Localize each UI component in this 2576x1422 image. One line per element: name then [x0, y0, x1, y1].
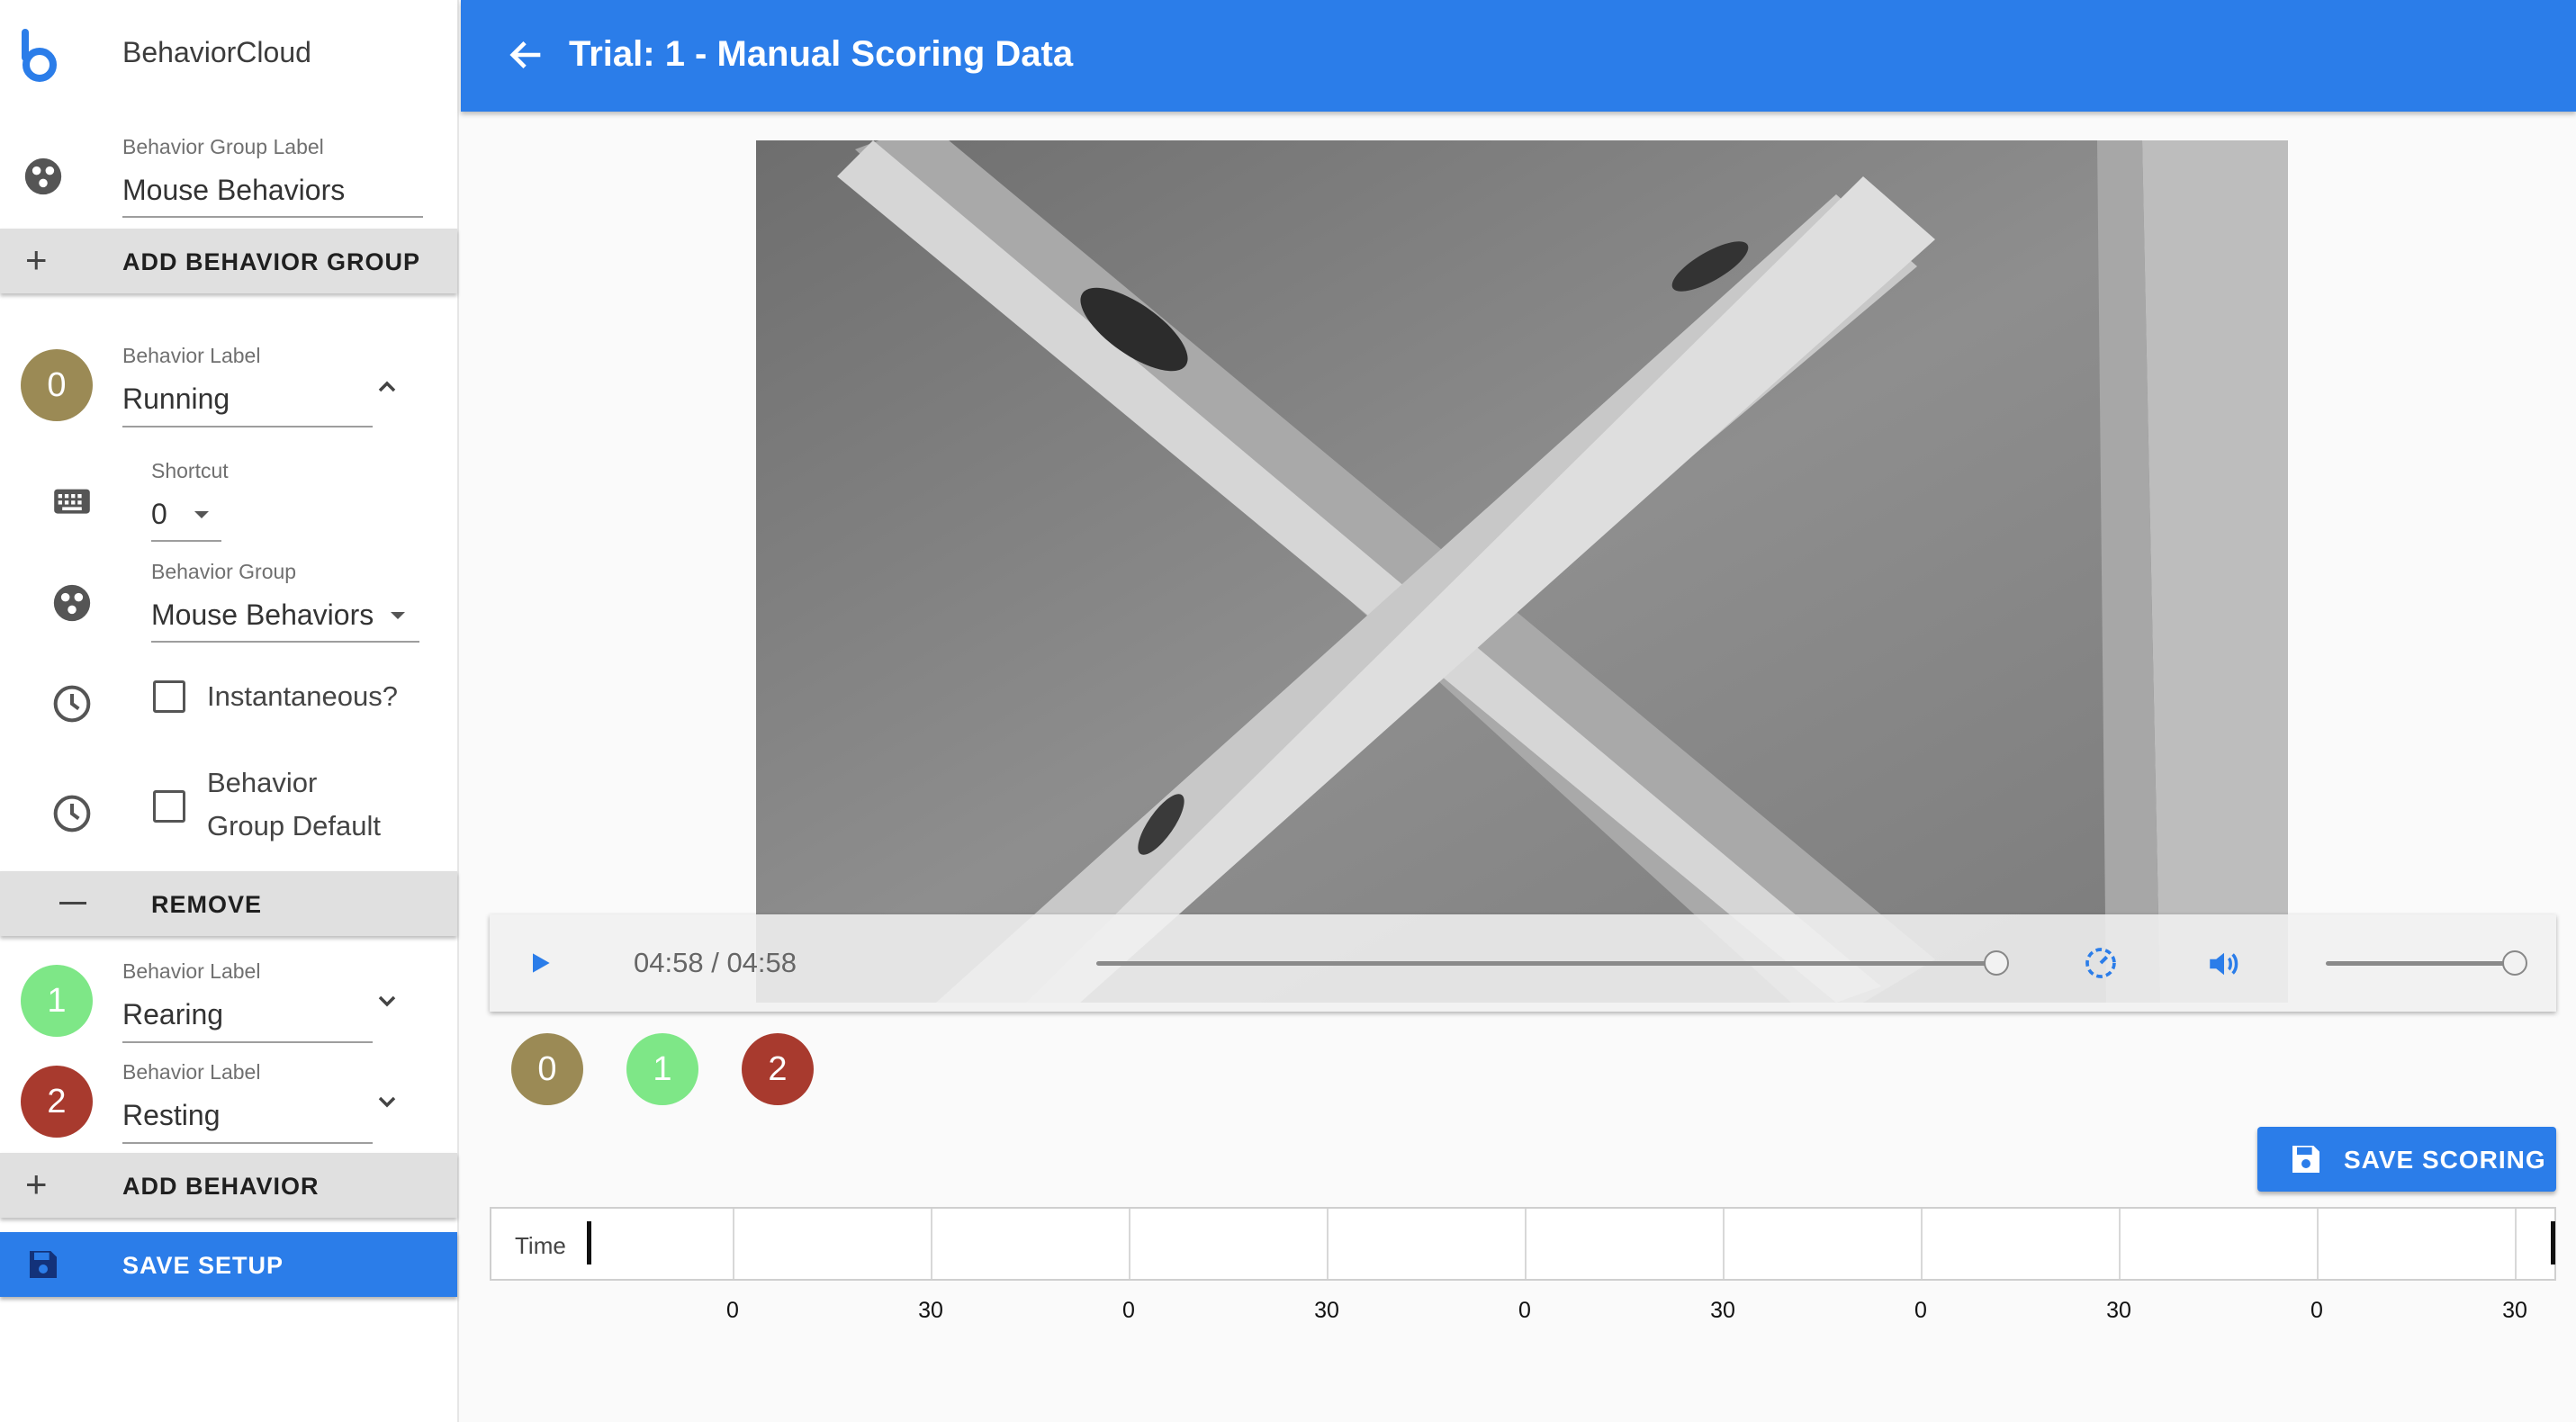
timeline-tick-label: 30	[1314, 1298, 1339, 1323]
timeline-gridline	[2317, 1209, 2319, 1279]
chevron-up-icon[interactable]	[373, 373, 401, 401]
timeline-tick-label: 30	[2106, 1298, 2131, 1323]
volume-track[interactable]	[2326, 961, 2515, 966]
timeline-tick-label: 0	[1122, 1298, 1135, 1323]
timeline-tick-label: 30	[2502, 1298, 2527, 1323]
minus-icon	[59, 902, 86, 904]
shortcut-label: Shortcut	[151, 459, 229, 482]
behavior-label-input[interactable]: Resting	[122, 1099, 221, 1132]
behavior-group-select[interactable]: Mouse Behaviors	[151, 598, 374, 632]
maze-video-image	[756, 140, 2288, 1003]
behaviorcloud-logo-icon	[22, 29, 57, 82]
back-arrow-icon[interactable]	[506, 34, 547, 76]
plus-icon: +	[25, 238, 48, 281]
video-controls: 04:58 / 04:58	[490, 914, 2556, 1012]
timeline-tick-label: 30	[1710, 1298, 1735, 1323]
save-icon	[2292, 1146, 2319, 1173]
timeline-gridline	[1525, 1209, 1527, 1279]
group-icon	[53, 584, 91, 622]
time-display: 04:58 / 04:58	[634, 947, 797, 979]
timeline-gridline	[733, 1209, 734, 1279]
group-icon	[24, 158, 62, 195]
save-scoring-label: SAVE SCORING	[2344, 1146, 2546, 1174]
playback-speed-icon[interactable]	[2083, 945, 2119, 981]
timeline-playhead[interactable]	[2551, 1221, 2555, 1264]
volume-slider-knob[interactable]	[2502, 950, 2527, 976]
time-separator: /	[711, 947, 727, 978]
behavior-label-underline	[122, 1041, 373, 1043]
add-behavior-group-label: ADD BEHAVIOR GROUP	[122, 248, 421, 275]
behavior-label-input[interactable]: Rearing	[122, 998, 223, 1031]
remove-label: REMOVE	[151, 891, 263, 918]
add-behavior-label: ADD BEHAVIOR	[122, 1173, 320, 1200]
behavior-label-caption: Behavior Label	[122, 344, 261, 367]
sidebar: BehaviorCloud Behavior Group Label Mouse…	[0, 0, 459, 1422]
duration: 04:58	[726, 947, 797, 978]
behavior-label-underline	[122, 1142, 373, 1144]
behavior-label-underline	[122, 426, 373, 428]
remove-behavior-button[interactable]: REMOVE	[0, 871, 457, 936]
group-default-checkbox[interactable]	[153, 790, 185, 823]
score-button-0[interactable]: 0	[511, 1033, 583, 1105]
behavior-label-caption: Behavior Label	[122, 959, 261, 983]
timeline-gridline	[2515, 1209, 2517, 1279]
timeline-tick-label: 30	[918, 1298, 943, 1323]
video-frame[interactable]	[756, 140, 2288, 1003]
scoring-timeline[interactable]: Time	[490, 1207, 2556, 1281]
behavior-group-select-underline	[151, 641, 419, 643]
behavior-label-caption: Behavior Label	[122, 1060, 261, 1084]
progress-slider-knob[interactable]	[1984, 950, 2009, 976]
chevron-down-icon[interactable]	[373, 1087, 401, 1116]
shortcut-select[interactable]: 0	[151, 498, 167, 531]
app-name: BehaviorCloud	[122, 36, 311, 68]
behavior-badge-1: 1	[21, 965, 93, 1037]
instantaneous-checkbox[interactable]	[153, 680, 185, 713]
behavior-label-input[interactable]: Running	[122, 382, 230, 416]
shortcut-underline	[151, 540, 221, 542]
timeline-tick-label: 0	[1914, 1298, 1927, 1323]
timeline-gridline	[2119, 1209, 2121, 1279]
progress-track[interactable]	[1096, 961, 1996, 966]
save-setup-button[interactable]: SAVE SETUP	[0, 1232, 457, 1297]
save-scoring-button[interactable]: SAVE SCORING	[2257, 1127, 2556, 1192]
volume-icon[interactable]	[2205, 945, 2243, 983]
behavior-group-underline	[122, 216, 423, 218]
timeline-gridline	[1723, 1209, 1725, 1279]
app-header: Trial: 1 - Manual Scoring Data	[461, 0, 2576, 112]
page-title: Trial: 1 - Manual Scoring Data	[569, 34, 1074, 74]
group-default-label-line2: Group Default	[207, 810, 381, 842]
clock-icon	[53, 795, 91, 832]
add-behavior-group-button[interactable]: + ADD BEHAVIOR GROUP	[0, 229, 457, 293]
group-default-label-line1: Behavior	[207, 767, 318, 798]
timeline-gridline	[1129, 1209, 1130, 1279]
plus-icon: +	[25, 1163, 48, 1205]
instantaneous-label: Instantaneous?	[207, 680, 399, 712]
keyboard-icon	[54, 489, 90, 514]
timeline-tick-label: 0	[726, 1298, 739, 1323]
add-behavior-button[interactable]: + ADD BEHAVIOR	[0, 1153, 457, 1218]
timeline-start-marker	[587, 1221, 591, 1264]
save-icon	[30, 1251, 57, 1278]
play-icon[interactable]	[526, 949, 554, 977]
chevron-down-icon[interactable]	[373, 986, 401, 1015]
timeline-gridline	[1327, 1209, 1329, 1279]
timeline-gridline	[1921, 1209, 1923, 1279]
score-button-2[interactable]: 2	[742, 1033, 814, 1105]
score-button-1[interactable]: 1	[626, 1033, 698, 1105]
dropdown-arrow-icon	[194, 511, 209, 518]
timeline-gridline	[931, 1209, 932, 1279]
clock-icon	[53, 685, 91, 723]
current-time: 04:58	[634, 947, 704, 978]
behavior-group-select-label: Behavior Group	[151, 560, 297, 583]
behavior-group-input[interactable]: Mouse Behaviors	[122, 174, 345, 207]
timeline-tick-label: 0	[1518, 1298, 1531, 1323]
behavior-badge-0: 0	[21, 349, 93, 421]
timeline-tick-label: 0	[2310, 1298, 2323, 1323]
behavior-badge-2: 2	[21, 1066, 93, 1138]
behavior-group-label: Behavior Group Label	[122, 135, 324, 158]
dropdown-arrow-icon	[391, 612, 405, 619]
timeline-time-label: Time	[515, 1232, 566, 1259]
save-setup-label: SAVE SETUP	[122, 1252, 284, 1279]
